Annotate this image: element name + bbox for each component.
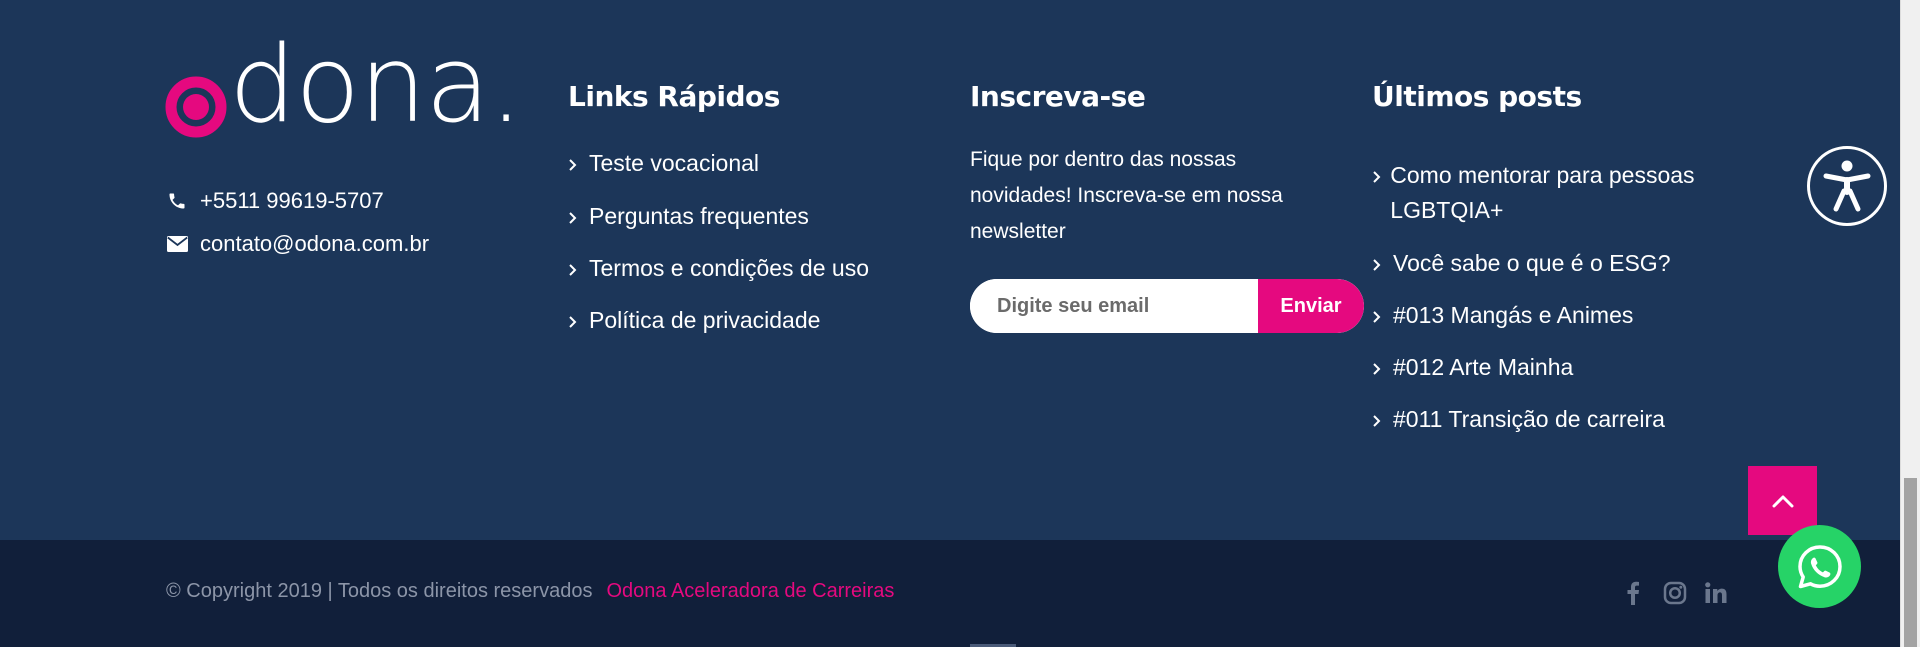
logo-text: dona.	[229, 23, 523, 146]
copyright-text: © Copyright 2019 | Todos os direitos res…	[166, 580, 593, 602]
latest-posts-title: Últimos posts	[1372, 80, 1582, 113]
accessibility-button[interactable]	[1807, 146, 1887, 226]
envelope-icon	[166, 233, 188, 255]
quick-link-item[interactable]: Teste vocacional	[568, 150, 759, 177]
post-label: #013 Mangás e Animes	[1393, 302, 1634, 328]
quick-link-label: Termos e condições de uso	[589, 255, 869, 281]
post-item[interactable]: #011 Transição de carreira	[1372, 402, 1732, 437]
logo-ring-icon	[165, 76, 227, 138]
contact-email[interactable]: contato@odona.com.br	[166, 231, 429, 257]
post-label: Como mentorar para pessoas LGBTQIA+	[1390, 162, 1695, 223]
chevron-right-icon	[1372, 350, 1386, 376]
quick-link-label: Perguntas frequentes	[589, 203, 809, 229]
post-item[interactable]: Você sabe o que é o ESG?	[1372, 246, 1732, 281]
chevron-right-icon	[568, 255, 582, 277]
copyright: © Copyright 2019 | Todos os direitos res…	[166, 580, 894, 603]
quick-links-title: Links Rápidos	[568, 80, 780, 113]
quick-link-item[interactable]: Perguntas frequentes	[568, 203, 809, 230]
scrollbar-thumb[interactable]	[1904, 478, 1917, 647]
chevron-right-icon	[1372, 298, 1386, 324]
odona-logo[interactable]: dona.	[165, 32, 535, 138]
newsletter-form: Enviar	[970, 279, 1364, 333]
post-item[interactable]: Como mentorar para pessoas LGBTQIA+	[1372, 158, 1732, 228]
email-input[interactable]	[970, 279, 1258, 333]
chevron-right-icon	[568, 203, 582, 225]
quick-link-item[interactable]: Termos e condições de uso	[568, 255, 869, 282]
quick-link-label: Política de privacidade	[589, 307, 821, 333]
contact-phone[interactable]: +5511 99619-5707	[166, 188, 384, 214]
subscribe-description: Fique por dentro das nossas novidades! I…	[970, 148, 1283, 243]
whatsapp-icon	[1797, 544, 1842, 588]
post-label: Você sabe o que é o ESG?	[1393, 250, 1671, 276]
quick-link-item[interactable]: Política de privacidade	[568, 307, 820, 334]
email-text: contato@odona.com.br	[200, 231, 430, 256]
accessibility-icon	[1823, 160, 1871, 212]
quick-link-label: Teste vocacional	[589, 150, 760, 176]
chevron-right-icon	[1372, 158, 1383, 184]
chevron-right-icon	[1372, 402, 1386, 428]
phone-text: +5511 99619-5707	[200, 188, 384, 213]
brand-link[interactable]: Odona Aceleradora de Carreiras	[606, 580, 894, 603]
post-item[interactable]: #012 Arte Mainha	[1372, 350, 1732, 385]
chevron-right-icon	[568, 150, 582, 172]
facebook-icon[interactable]	[1620, 580, 1646, 606]
back-to-top-button[interactable]	[1748, 466, 1817, 535]
phone-icon	[166, 190, 188, 212]
instagram-icon[interactable]	[1662, 580, 1688, 606]
scrollbar[interactable]	[1900, 0, 1920, 647]
chevron-right-icon	[568, 307, 582, 329]
post-label: #012 Arte Mainha	[1393, 354, 1574, 380]
subscribe-title: Inscreva-se	[970, 80, 1146, 113]
post-item[interactable]: #013 Mangás e Animes	[1372, 298, 1732, 333]
chevron-right-icon	[1372, 246, 1386, 272]
chevron-up-icon	[1772, 495, 1793, 507]
linkedin-icon[interactable]	[1703, 580, 1729, 606]
send-button[interactable]: Enviar	[1258, 279, 1364, 333]
post-label: #011 Transição de carreira	[1393, 406, 1665, 432]
whatsapp-button[interactable]	[1778, 525, 1861, 608]
